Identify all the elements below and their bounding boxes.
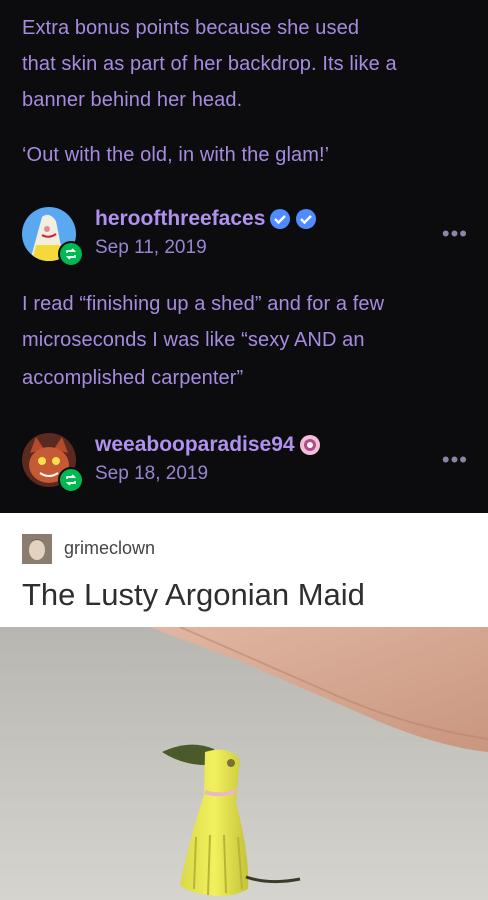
- post-date[interactable]: Sep 18, 2019: [95, 463, 208, 485]
- username-text: heroofthreefaces: [95, 207, 266, 230]
- post-body-line: Extra bonus points because she used: [22, 17, 360, 39]
- candy-badge-icon: [299, 435, 320, 455]
- verified-badge-icon: [270, 209, 291, 229]
- post-body-line: I read “finishing up a shed” and for a f…: [22, 293, 385, 315]
- post-body-line: that skin as part of her backdrop. Its l…: [22, 53, 397, 75]
- post-body-line: banner behind her head.: [22, 89, 243, 111]
- post-body-line: accomplished carpenter”: [22, 367, 244, 389]
- avatar: [22, 534, 52, 564]
- more-options-icon[interactable]: •••: [442, 221, 468, 247]
- lizard-photo: [0, 627, 488, 900]
- username-text: weeabooparadise94: [95, 433, 295, 456]
- reblog-icon: [58, 467, 84, 493]
- embedded-title: The Lusty Argonian Maid: [22, 577, 365, 612]
- verified-badge-icon: [296, 209, 317, 229]
- post-date[interactable]: Sep 11, 2019: [95, 237, 207, 259]
- username-link[interactable]: heroofthreefaces: [95, 207, 317, 231]
- embedded-username: grimeclown: [64, 538, 156, 558]
- post-header: weeabooparadise94 Sep 18, 2019 •••: [22, 433, 468, 493]
- post-header: heroofthreefaces Sep 11, 2019 •••: [22, 207, 468, 267]
- more-options-icon[interactable]: •••: [442, 447, 468, 473]
- post-quote: ‘Out with the old, in with the glam!’: [22, 144, 330, 166]
- reblog-icon: [58, 241, 84, 267]
- post-body-line: microseconds I was like “sexy AND an: [22, 329, 365, 351]
- username-link[interactable]: weeabooparadise94: [95, 433, 321, 457]
